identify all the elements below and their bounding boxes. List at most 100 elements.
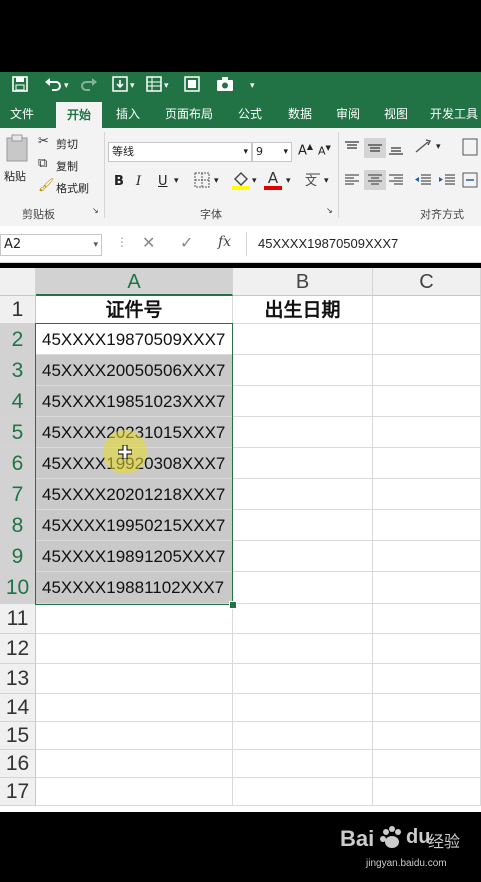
cell-b8[interactable]: [233, 510, 373, 541]
cancel-icon[interactable]: ✕: [142, 233, 155, 252]
dialog-launcher-icon[interactable]: ↘: [326, 206, 333, 215]
cell-b5[interactable]: [233, 417, 373, 448]
name-box[interactable]: A2 ▾: [0, 234, 102, 256]
tab-developer[interactable]: 开发工具: [424, 100, 481, 128]
cell-c4[interactable]: [373, 386, 481, 417]
cell-c16[interactable]: [373, 750, 481, 778]
undo-icon[interactable]: [44, 76, 62, 96]
cell-b9[interactable]: [233, 541, 373, 572]
cell-c17[interactable]: [373, 778, 481, 806]
cell-b2[interactable]: [233, 324, 373, 355]
row-header[interactable]: 4: [0, 386, 36, 417]
row-header[interactable]: 10: [0, 572, 36, 604]
cell-b15[interactable]: [233, 722, 373, 750]
italic-button[interactable]: I: [136, 174, 141, 189]
align-right-icon[interactable]: [388, 172, 404, 192]
cell-c13[interactable]: [373, 664, 481, 694]
cell-a11[interactable]: [36, 604, 233, 634]
cell-a14[interactable]: [36, 694, 233, 722]
row-header[interactable]: 13: [0, 664, 36, 694]
tab-home[interactable]: 开始: [56, 102, 102, 128]
cut-icon[interactable]: ✂: [38, 134, 49, 149]
form-icon[interactable]: [146, 76, 162, 96]
row-header[interactable]: 3: [0, 355, 36, 386]
format-painter-icon[interactable]: 🖌: [38, 178, 55, 193]
row-header[interactable]: 2: [0, 324, 36, 355]
align-center-icon[interactable]: [364, 170, 386, 190]
cell-a10[interactable]: 45XXXX19881102XXX7: [36, 572, 233, 604]
font-color-button[interactable]: A: [264, 170, 282, 190]
phonetic-icon[interactable]: 文: [304, 172, 322, 192]
cell-a15[interactable]: [36, 722, 233, 750]
underline-dropdown-icon[interactable]: ▾: [174, 176, 179, 186]
cell-c8[interactable]: [373, 510, 481, 541]
cell-b1[interactable]: 出生日期: [233, 296, 373, 324]
grow-font-button[interactable]: A▲: [298, 142, 313, 158]
copy-icon[interactable]: ⧉: [38, 156, 47, 171]
cell-a1[interactable]: 证件号: [36, 296, 233, 324]
cell-c7[interactable]: [373, 479, 481, 510]
cell-b12[interactable]: [233, 634, 373, 664]
cell-b13[interactable]: [233, 664, 373, 694]
font-size-select[interactable]: 9 ▾: [252, 142, 292, 162]
cell-c12[interactable]: [373, 634, 481, 664]
insert-function-icon[interactable]: fx: [218, 234, 231, 250]
cell-a4[interactable]: 45XXXX19851023XXX7: [36, 386, 233, 417]
cell-b17[interactable]: [233, 778, 373, 806]
increase-indent-icon[interactable]: [438, 172, 456, 192]
align-middle-icon[interactable]: [364, 138, 386, 158]
row-header[interactable]: 9: [0, 541, 36, 572]
cell-c15[interactable]: [373, 722, 481, 750]
row-header[interactable]: 7: [0, 479, 36, 510]
cell-a12[interactable]: [36, 634, 233, 664]
cell-a16[interactable]: [36, 750, 233, 778]
cell-c10[interactable]: [373, 572, 481, 604]
fill-color-icon[interactable]: [232, 170, 250, 194]
cell-c5[interactable]: [373, 417, 481, 448]
cell-a2[interactable]: 45XXXX19870509XXX7: [36, 324, 233, 355]
cell-a13[interactable]: [36, 664, 233, 694]
column-header-b[interactable]: B: [233, 268, 373, 296]
row-header[interactable]: 17: [0, 778, 36, 806]
row-header[interactable]: 16: [0, 750, 36, 778]
sort-icon[interactable]: [112, 76, 128, 96]
border-icon[interactable]: [184, 76, 200, 96]
phonetic-dropdown-icon[interactable]: ▾: [324, 176, 329, 186]
cell-b16[interactable]: [233, 750, 373, 778]
merge-center-icon[interactable]: [462, 172, 478, 192]
cell-a8[interactable]: 45XXXX19950215XXX7: [36, 510, 233, 541]
cell-c1[interactable]: [373, 296, 481, 324]
align-bottom-icon[interactable]: [388, 140, 404, 160]
paste-icon[interactable]: [4, 134, 30, 164]
save-icon[interactable]: [12, 76, 28, 96]
row-header[interactable]: 11: [0, 604, 36, 634]
row-header[interactable]: 15: [0, 722, 36, 750]
cell-a17[interactable]: [36, 778, 233, 806]
cell-b6[interactable]: [233, 448, 373, 479]
fill-handle[interactable]: [229, 601, 237, 609]
tab-file[interactable]: 文件: [0, 100, 44, 128]
column-header-a[interactable]: A: [36, 268, 233, 296]
cell-b4[interactable]: [233, 386, 373, 417]
tab-data[interactable]: 数据: [278, 100, 322, 128]
orientation-icon[interactable]: [414, 138, 434, 160]
align-left-icon[interactable]: [344, 172, 360, 192]
tab-page-layout[interactable]: 页面布局: [158, 100, 220, 128]
formula-input[interactable]: 45XXXX19870509XXX7: [258, 236, 398, 251]
tab-view[interactable]: 视图: [374, 100, 418, 128]
cell-a3[interactable]: 45XXXX20050506XXX7: [36, 355, 233, 386]
tab-formulas[interactable]: 公式: [228, 100, 272, 128]
border-dropdown-icon[interactable]: ▾: [214, 176, 219, 186]
cell-c14[interactable]: [373, 694, 481, 722]
cell-b14[interactable]: [233, 694, 373, 722]
cell-b11[interactable]: [233, 604, 373, 634]
paste-button[interactable]: 粘贴: [4, 168, 26, 184]
cell-c3[interactable]: [373, 355, 481, 386]
cut-button[interactable]: 剪切: [56, 136, 78, 152]
format-painter-button[interactable]: 格式刷: [56, 180, 89, 196]
cell-b10[interactable]: [233, 572, 373, 604]
redo-icon[interactable]: [80, 76, 98, 96]
font-color-dropdown-icon[interactable]: ▾: [286, 176, 291, 186]
column-header-c[interactable]: C: [373, 268, 481, 296]
shrink-font-button[interactable]: A▼: [318, 144, 331, 158]
